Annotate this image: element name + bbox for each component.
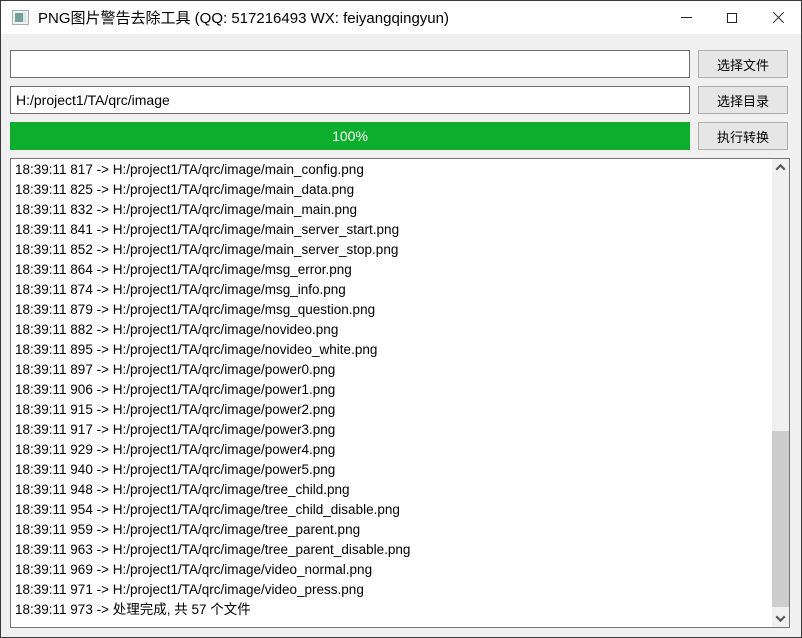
window-controls — [663, 1, 801, 34]
log-line: 18:39:11 825 -> H:/project1/TA/qrc/image… — [15, 180, 772, 200]
log-line: 18:39:11 971 -> H:/project1/TA/qrc/image… — [15, 580, 772, 600]
chevron-down-icon — [776, 612, 786, 622]
log-line: 18:39:11 895 -> H:/project1/TA/qrc/image… — [15, 340, 772, 360]
log-line: 18:39:11 882 -> H:/project1/TA/qrc/image… — [15, 320, 772, 340]
log-line: 18:39:11 897 -> H:/project1/TA/qrc/image… — [15, 360, 772, 380]
log-line: 18:39:11 832 -> H:/project1/TA/qrc/image… — [15, 200, 772, 220]
log-line: 18:39:11 852 -> H:/project1/TA/qrc/image… — [15, 240, 772, 260]
log-line: 18:39:11 879 -> H:/project1/TA/qrc/image… — [15, 300, 772, 320]
title-bar: PNG图片警告去除工具 (QQ: 517216493 WX: feiyangqi… — [1, 1, 801, 34]
log-line: 18:39:11 948 -> H:/project1/TA/qrc/image… — [15, 480, 772, 500]
scrollbar-thumb[interactable] — [772, 431, 789, 607]
log-line: 18:39:11 817 -> H:/project1/TA/qrc/image… — [15, 160, 772, 180]
log-line: 18:39:11 864 -> H:/project1/TA/qrc/image… — [15, 260, 772, 280]
log-line: 18:39:11 841 -> H:/project1/TA/qrc/image… — [15, 220, 772, 240]
directory-path-input[interactable] — [10, 86, 690, 114]
select-directory-button[interactable]: 选择目录 — [698, 86, 788, 114]
app-window: PNG图片警告去除工具 (QQ: 517216493 WX: feiyangqi… — [0, 0, 802, 638]
log-line: 18:39:11 929 -> H:/project1/TA/qrc/image… — [15, 440, 772, 460]
log-line: 18:39:11 973 -> 处理完成, 共 57 个文件 — [15, 600, 772, 620]
log-output-area[interactable]: 18:39:11 817 -> H:/project1/TA/qrc/image… — [10, 158, 790, 628]
log-line: 18:39:11 954 -> H:/project1/TA/qrc/image… — [15, 500, 772, 520]
log-line: 18:39:11 963 -> H:/project1/TA/qrc/image… — [15, 540, 772, 560]
log-line: 18:39:11 874 -> H:/project1/TA/qrc/image… — [15, 280, 772, 300]
maximize-icon — [727, 13, 737, 23]
log-lines: 18:39:11 817 -> H:/project1/TA/qrc/image… — [11, 159, 772, 627]
app-icon-pane — [15, 13, 23, 22]
app-icon-pane — [23, 13, 26, 22]
chevron-up-icon — [776, 164, 786, 174]
select-file-button[interactable]: 选择文件 — [698, 50, 788, 78]
progress-label: 100% — [10, 122, 690, 150]
log-line: 18:39:11 959 -> H:/project1/TA/qrc/image… — [15, 520, 772, 540]
progress-bar: 100% — [10, 122, 690, 150]
log-line: 18:39:11 969 -> H:/project1/TA/qrc/image… — [15, 560, 772, 580]
log-line: 18:39:11 915 -> H:/project1/TA/qrc/image… — [15, 400, 772, 420]
minimize-icon — [681, 17, 692, 18]
execute-convert-button[interactable]: 执行转换 — [698, 122, 788, 150]
log-scrollbar[interactable] — [772, 159, 789, 627]
minimize-button[interactable] — [663, 1, 709, 34]
log-line: 18:39:11 906 -> H:/project1/TA/qrc/image… — [15, 380, 772, 400]
window-title: PNG图片警告去除工具 (QQ: 517216493 WX: feiyangqi… — [38, 7, 449, 28]
scroll-up-button[interactable] — [772, 159, 789, 176]
file-path-input[interactable] — [10, 50, 690, 78]
scroll-down-button[interactable] — [772, 610, 789, 627]
app-icon — [12, 10, 29, 25]
maximize-button[interactable] — [709, 1, 755, 34]
close-icon — [772, 11, 785, 24]
log-line: 18:39:11 917 -> H:/project1/TA/qrc/image… — [15, 420, 772, 440]
log-line: 18:39:11 940 -> H:/project1/TA/qrc/image… — [15, 460, 772, 480]
close-button[interactable] — [755, 1, 801, 34]
